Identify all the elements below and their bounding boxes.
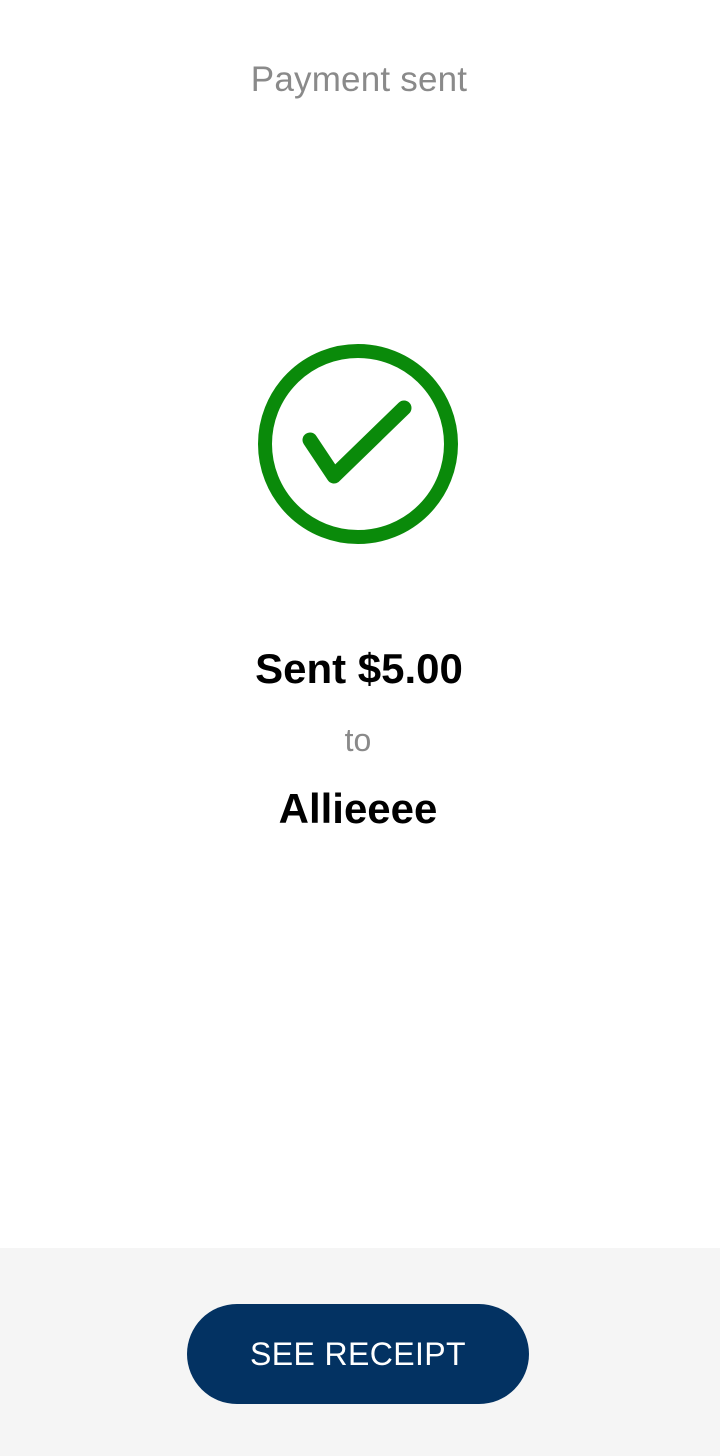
payment-confirmation-screen: Payment sent Sent $5.00 to Allieeee SEE …: [0, 0, 720, 1456]
check-circle-icon: [256, 342, 460, 546]
recipient-name: Allieeee: [278, 785, 438, 832]
sent-amount: Sent $5.00: [255, 645, 463, 692]
page-title: Payment sent: [250, 60, 468, 99]
see-receipt-button[interactable]: SEE RECEIPT: [187, 1304, 529, 1404]
bottom-action-bar: SEE RECEIPT: [0, 1248, 720, 1456]
to-label: to: [344, 722, 372, 758]
